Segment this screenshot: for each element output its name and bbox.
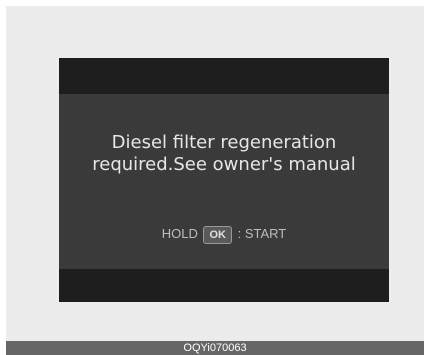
display-bottom-band (59, 269, 389, 302)
image-code: OQYi070063 (183, 342, 247, 354)
hold-label: HOLD (161, 226, 198, 241)
illustration-frame: Diesel filter regeneration required.See … (6, 6, 424, 341)
image-code-bar: OQYi070063 (6, 341, 424, 355)
ok-key-icon: OK (203, 225, 232, 244)
hold-ok-start-prompt: HOLD OK : START (59, 225, 389, 244)
display-top-band (59, 58, 389, 94)
instrument-cluster-display: Diesel filter regeneration required.See … (59, 58, 389, 302)
warning-message-line-2: required.See owner's manual (92, 154, 356, 175)
warning-message-line-1: Diesel filter regeneration (111, 132, 337, 153)
start-label: : START (237, 226, 287, 241)
warning-message: Diesel filter regeneration required.See … (59, 132, 389, 176)
